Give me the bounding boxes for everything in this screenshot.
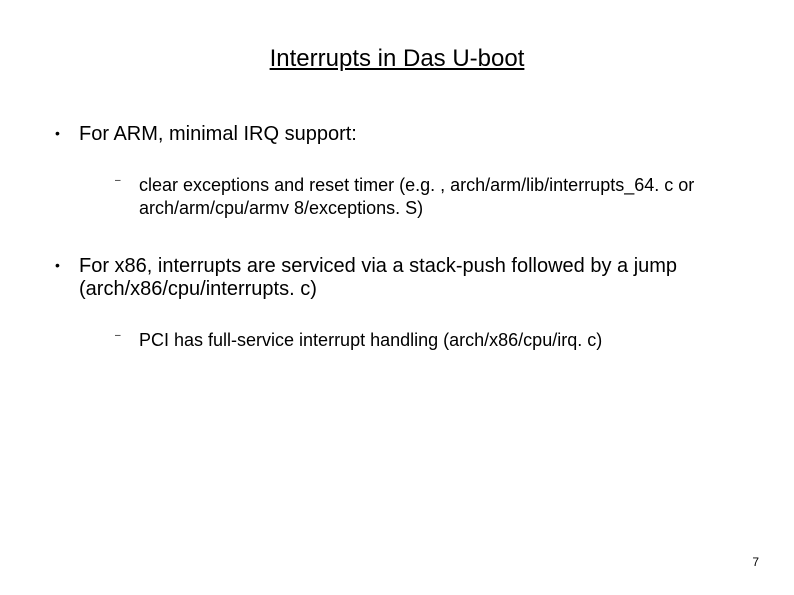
sub-list: clear exceptions and reset timer (e.g. ,… bbox=[79, 174, 739, 221]
slide-container: Interrupts in Das U-boot For ARM, minima… bbox=[0, 0, 794, 595]
bullet-item-arm: For ARM, minimal IRQ support: clear exce… bbox=[55, 123, 739, 221]
sub-item-arm-exceptions: clear exceptions and reset timer (e.g. ,… bbox=[79, 174, 739, 221]
sub-item-x86-pci: PCI has full-service interrupt handling … bbox=[79, 329, 739, 352]
bullet-list: For ARM, minimal IRQ support: clear exce… bbox=[55, 123, 739, 352]
sub-item-text: PCI has full-service interrupt handling … bbox=[139, 330, 602, 350]
page-number: 7 bbox=[752, 555, 759, 569]
slide-title: Interrupts in Das U-boot bbox=[55, 45, 739, 73]
sub-item-text: clear exceptions and reset timer (e.g. ,… bbox=[139, 175, 694, 218]
sub-list: PCI has full-service interrupt handling … bbox=[79, 329, 739, 352]
bullet-text: For ARM, minimal IRQ support: bbox=[79, 123, 357, 145]
bullet-item-x86: For x86, interrupts are serviced via a s… bbox=[55, 255, 739, 352]
bullet-text: For x86, interrupts are serviced via a s… bbox=[79, 255, 677, 300]
